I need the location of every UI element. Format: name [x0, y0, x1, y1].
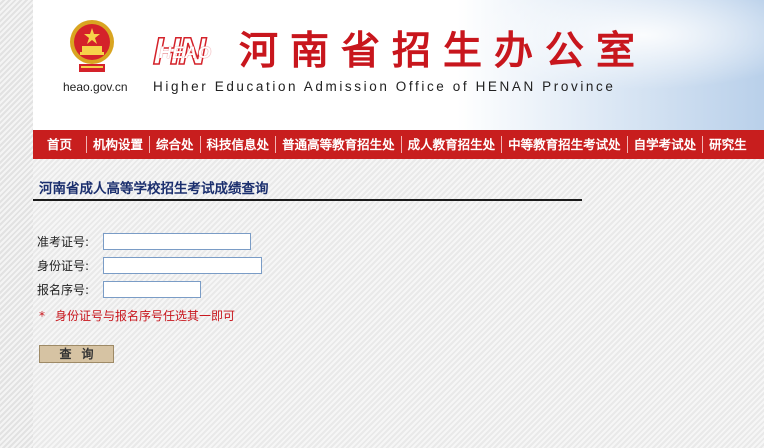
- national-emblem-icon: [70, 20, 114, 72]
- reg-no-label: 报名序号:: [37, 283, 90, 297]
- site-title-cn: 河南省招生办公室: [239, 28, 648, 74]
- title-divider: [33, 199, 582, 201]
- nav-item-general[interactable]: 综合处: [150, 130, 200, 159]
- site-header: heao.gov.cn HN HEAO 河南省招生办公室 Higher Educ…: [33, 0, 764, 130]
- exam-no-input[interactable]: [103, 233, 251, 250]
- form-hint: * 身份证号与报名序号任选其一即可: [39, 307, 235, 324]
- nav-item-organization[interactable]: 机构设置: [87, 130, 149, 159]
- exam-no-row: 准考证号:: [37, 233, 251, 250]
- nav-item-graduate[interactable]: 研究生: [703, 130, 753, 159]
- main-nav: 首页 机构设置 综合处 科技信息处 普通高等教育招生处 成人教育招生处 中等教育…: [33, 130, 764, 159]
- id-no-label: 身份证号:: [37, 259, 90, 273]
- nav-item-home[interactable]: 首页: [33, 130, 86, 159]
- nav-item-higher-edu[interactable]: 普通高等教育招生处: [276, 130, 401, 159]
- exam-no-label: 准考证号:: [37, 235, 90, 249]
- nav-item-secondary-edu[interactable]: 中等教育招生考试处: [502, 130, 627, 159]
- reg-no-input[interactable]: [103, 281, 201, 298]
- site-url: heao.gov.cn: [63, 80, 128, 94]
- nav-item-self-study[interactable]: 自学考试处: [628, 130, 703, 159]
- reg-no-row: 报名序号:: [37, 281, 201, 298]
- page-title: 河南省成人高等学校招生考试成绩查询: [39, 181, 269, 197]
- nav-item-adult-edu[interactable]: 成人教育招生处: [402, 130, 502, 159]
- query-button[interactable]: 查询: [39, 345, 114, 363]
- id-no-input[interactable]: [103, 257, 262, 274]
- site-title-en: Higher Education Admission Office of HEN…: [153, 79, 616, 94]
- form-hint-text: 身份证号与报名序号任选其一即可: [55, 309, 236, 323]
- nav-item-tech-info[interactable]: 科技信息处: [201, 130, 276, 159]
- id-no-row: 身份证号:: [37, 257, 262, 274]
- page: heao.gov.cn HN HEAO 河南省招生办公室 Higher Educ…: [33, 0, 764, 448]
- required-asterisk: *: [39, 309, 45, 323]
- logo-heao: HEAO: [159, 43, 213, 62]
